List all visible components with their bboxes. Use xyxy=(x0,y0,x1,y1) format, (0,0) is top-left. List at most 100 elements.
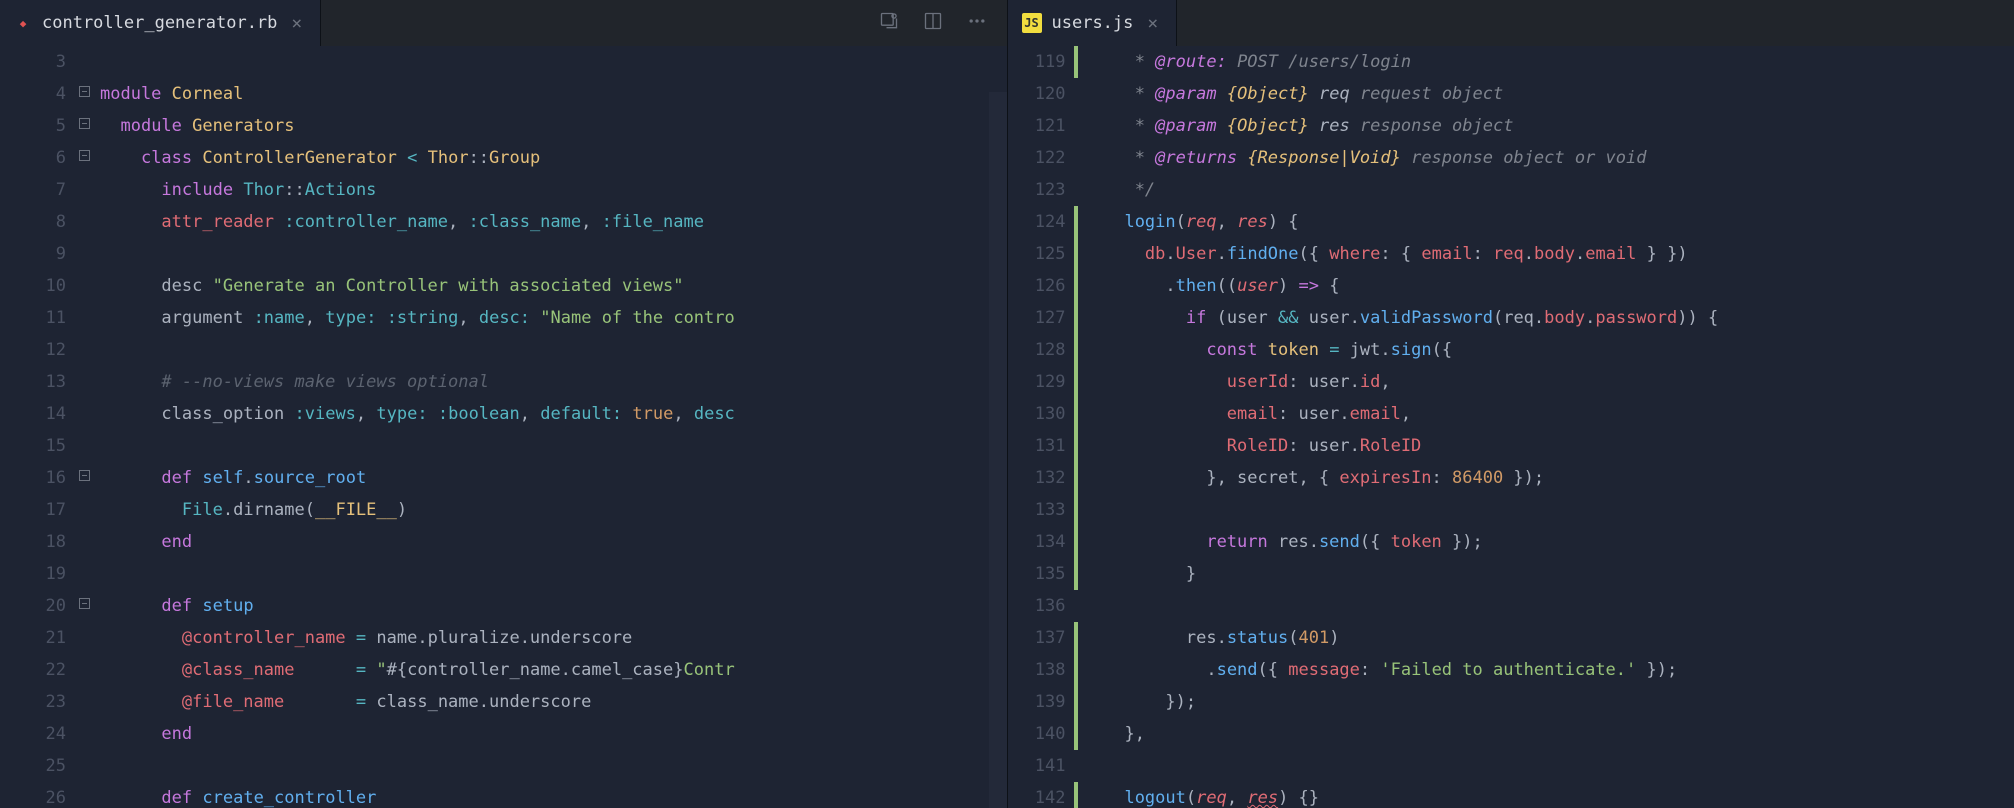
code-line[interactable]: desc "Generate an Controller with associ… xyxy=(100,270,1007,302)
tab-bar-right: JS users.js × xyxy=(1008,0,2014,46)
line-number: 129 xyxy=(1008,366,1066,398)
code-line[interactable]: userId: user.id, xyxy=(1084,366,2014,398)
ruby-file-icon: ◆ xyxy=(14,14,32,32)
code-area-right[interactable]: * @route: POST /users/login * @param {Ob… xyxy=(1078,46,2014,808)
code-line[interactable]: @class_name = "#{controller_name.camel_c… xyxy=(100,654,1007,686)
line-number: 3 xyxy=(0,46,66,78)
fold-toggle xyxy=(74,558,94,590)
line-number: 9 xyxy=(0,238,66,270)
code-line[interactable] xyxy=(1084,494,2014,526)
code-line[interactable]: * @param {Object} req request object xyxy=(1084,78,2014,110)
fold-toggle xyxy=(74,270,94,302)
fold-toggle[interactable] xyxy=(74,462,94,494)
code-line[interactable] xyxy=(100,430,1007,462)
code-line[interactable]: .then((user) => { xyxy=(1084,270,2014,302)
more-icon[interactable] xyxy=(967,11,987,36)
line-number: 141 xyxy=(1008,750,1066,782)
editor-pane-right: JS users.js × 11912012112212312412512612… xyxy=(1008,0,2014,808)
code-line[interactable]: .send({ message: 'Failed to authenticate… xyxy=(1084,654,2014,686)
code-line[interactable]: db.User.findOne({ where: { email: req.bo… xyxy=(1084,238,2014,270)
code-line[interactable]: attr_reader :controller_name, :class_nam… xyxy=(100,206,1007,238)
tab-controller-generator[interactable]: ◆ controller_generator.rb × xyxy=(0,0,321,46)
line-number: 135 xyxy=(1008,558,1066,590)
code-line[interactable]: } xyxy=(1084,558,2014,590)
code-line[interactable]: * @param {Object} res response object xyxy=(1084,110,2014,142)
line-number: 21 xyxy=(0,622,66,654)
code-line[interactable] xyxy=(1084,750,2014,782)
line-number: 128 xyxy=(1008,334,1066,366)
code-line[interactable] xyxy=(100,750,1007,782)
line-number: 23 xyxy=(0,686,66,718)
tab-bar-left: ◆ controller_generator.rb × xyxy=(0,0,1007,46)
code-line[interactable]: @controller_name = name.pluralize.unders… xyxy=(100,622,1007,654)
code-line[interactable]: module Corneal xyxy=(100,78,1007,110)
line-number: 130 xyxy=(1008,398,1066,430)
code-line[interactable]: res.status(401) xyxy=(1084,622,2014,654)
editor-body-right[interactable]: 1191201211221231241251261271281291301311… xyxy=(1008,46,2014,808)
code-line[interactable]: * @returns {Response|Void} response obje… xyxy=(1084,142,2014,174)
fold-toggle xyxy=(74,494,94,526)
line-number: 16 xyxy=(0,462,66,494)
code-line[interactable]: */ xyxy=(1084,174,2014,206)
code-line[interactable]: RoleID: user.RoleID xyxy=(1084,430,2014,462)
code-line[interactable] xyxy=(100,334,1007,366)
code-line[interactable]: const token = jwt.sign({ xyxy=(1084,334,2014,366)
line-number: 120 xyxy=(1008,78,1066,110)
line-number-gutter: 3456789101112131415161718192021222324252… xyxy=(0,46,74,808)
code-line[interactable]: include Thor::Actions xyxy=(100,174,1007,206)
compare-changes-icon[interactable] xyxy=(879,11,899,36)
fold-toggle[interactable] xyxy=(74,78,94,110)
line-number: 26 xyxy=(0,782,66,808)
fold-toggle xyxy=(74,750,94,782)
line-number: 8 xyxy=(0,206,66,238)
code-area-left[interactable]: module Corneal module Generators class C… xyxy=(94,46,1007,808)
code-line[interactable]: }, secret, { expiresIn: 86400 }); xyxy=(1084,462,2014,494)
code-line[interactable]: return res.send({ token }); xyxy=(1084,526,2014,558)
code-line[interactable]: email: user.email, xyxy=(1084,398,2014,430)
split-editor-icon[interactable] xyxy=(923,11,943,36)
fold-gutter[interactable] xyxy=(74,46,94,808)
code-line[interactable] xyxy=(100,238,1007,270)
code-line[interactable]: }); xyxy=(1084,686,2014,718)
code-line[interactable]: @file_name = class_name.underscore xyxy=(100,686,1007,718)
close-icon[interactable]: × xyxy=(1143,13,1162,34)
fold-toggle xyxy=(74,782,94,808)
code-line[interactable] xyxy=(100,558,1007,590)
code-line[interactable]: def create_controller xyxy=(100,782,1007,808)
code-line[interactable]: module Generators xyxy=(100,110,1007,142)
code-line[interactable]: argument :name, type: :string, desc: "Na… xyxy=(100,302,1007,334)
code-line[interactable] xyxy=(100,46,1007,78)
line-number: 127 xyxy=(1008,302,1066,334)
code-line[interactable]: # --no-views make views optional xyxy=(100,366,1007,398)
fold-toggle[interactable] xyxy=(74,110,94,142)
line-number: 126 xyxy=(1008,270,1066,302)
fold-toggle xyxy=(74,654,94,686)
code-line[interactable]: end xyxy=(100,526,1007,558)
editor-body-left[interactable]: 3456789101112131415161718192021222324252… xyxy=(0,46,1007,808)
code-line[interactable]: def self.source_root xyxy=(100,462,1007,494)
code-line[interactable]: File.dirname(__FILE__) xyxy=(100,494,1007,526)
code-line[interactable]: end xyxy=(100,718,1007,750)
tab-users-js[interactable]: JS users.js × xyxy=(1008,0,1178,46)
code-line[interactable] xyxy=(1084,590,2014,622)
close-icon[interactable]: × xyxy=(287,13,306,34)
fold-toggle[interactable] xyxy=(74,590,94,622)
code-line[interactable]: class_option :views, type: :boolean, def… xyxy=(100,398,1007,430)
fold-toggle[interactable] xyxy=(74,142,94,174)
line-number: 12 xyxy=(0,334,66,366)
tab-label: users.js xyxy=(1052,13,1134,33)
code-line[interactable]: * @route: POST /users/login xyxy=(1084,46,2014,78)
code-line[interactable]: def setup xyxy=(100,590,1007,622)
tab-actions-left xyxy=(879,11,1007,36)
fold-toggle xyxy=(74,718,94,750)
minimap[interactable] xyxy=(989,92,1007,808)
fold-toggle xyxy=(74,334,94,366)
fold-toggle xyxy=(74,238,94,270)
code-line[interactable]: login(req, res) { xyxy=(1084,206,2014,238)
code-line[interactable]: }, xyxy=(1084,718,2014,750)
line-number: 15 xyxy=(0,430,66,462)
line-number: 25 xyxy=(0,750,66,782)
code-line[interactable]: if (user && user.validPassword(req.body.… xyxy=(1084,302,2014,334)
code-line[interactable]: class ControllerGenerator < Thor::Group xyxy=(100,142,1007,174)
code-line[interactable]: logout(req, res) {} xyxy=(1084,782,2014,808)
